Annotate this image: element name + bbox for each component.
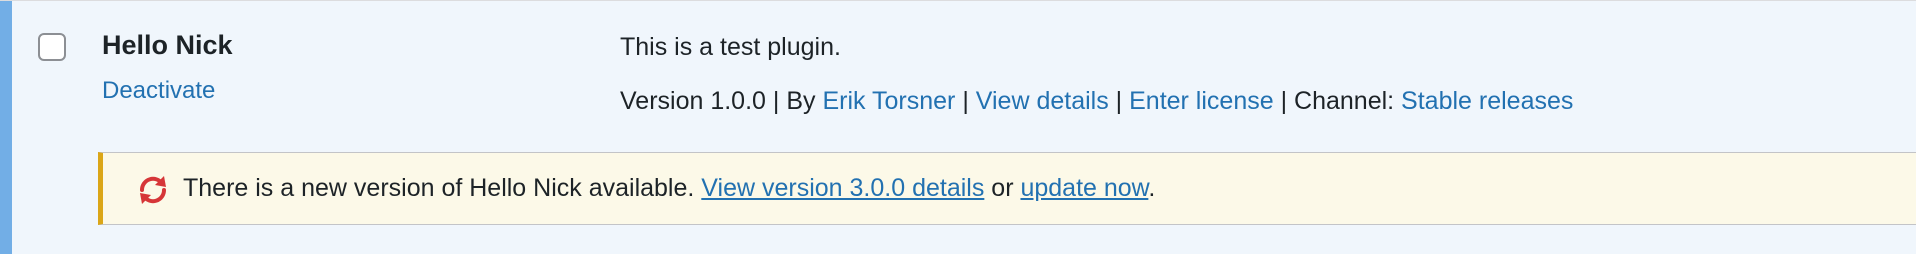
- author-link[interactable]: Erik Torsner: [822, 87, 955, 115]
- channel-link[interactable]: Stable releases: [1401, 87, 1573, 115]
- plugin-row: Hello Nick Deactivate This is a test plu…: [0, 0, 1916, 254]
- update-notice-message: There is a new version of Hello Nick ava…: [183, 174, 702, 202]
- meta-separator-by: | By: [765, 87, 823, 115]
- plugin-version: Version 1.0.0: [620, 87, 766, 115]
- update-icon: [139, 176, 167, 204]
- active-plugin-indicator: [0, 1, 12, 254]
- view-details-link[interactable]: View details: [976, 87, 1109, 115]
- meta-separator-channel: | Channel:: [1273, 87, 1402, 115]
- enter-license-link[interactable]: Enter license: [1129, 87, 1274, 115]
- view-version-details-link[interactable]: View version 3.0.0 details: [701, 174, 984, 202]
- update-now-link[interactable]: update now: [1020, 174, 1148, 202]
- meta-separator: |: [955, 87, 976, 115]
- plugin-select-checkbox[interactable]: [38, 33, 66, 61]
- update-notice: There is a new version of Hello Nick ava…: [98, 152, 1916, 225]
- update-notice-period: .: [1148, 174, 1156, 202]
- plugin-meta: Version 1.0.0 | By Erik Torsner | View d…: [620, 87, 1573, 116]
- meta-separator: |: [1108, 87, 1130, 115]
- plugin-description: This is a test plugin.: [620, 33, 841, 61]
- update-notice-text: There is a new version of Hello Nick ava…: [183, 174, 1155, 203]
- update-notice-or: or: [984, 174, 1021, 202]
- deactivate-link[interactable]: Deactivate: [102, 77, 215, 105]
- plugin-title: Hello Nick: [102, 30, 233, 60]
